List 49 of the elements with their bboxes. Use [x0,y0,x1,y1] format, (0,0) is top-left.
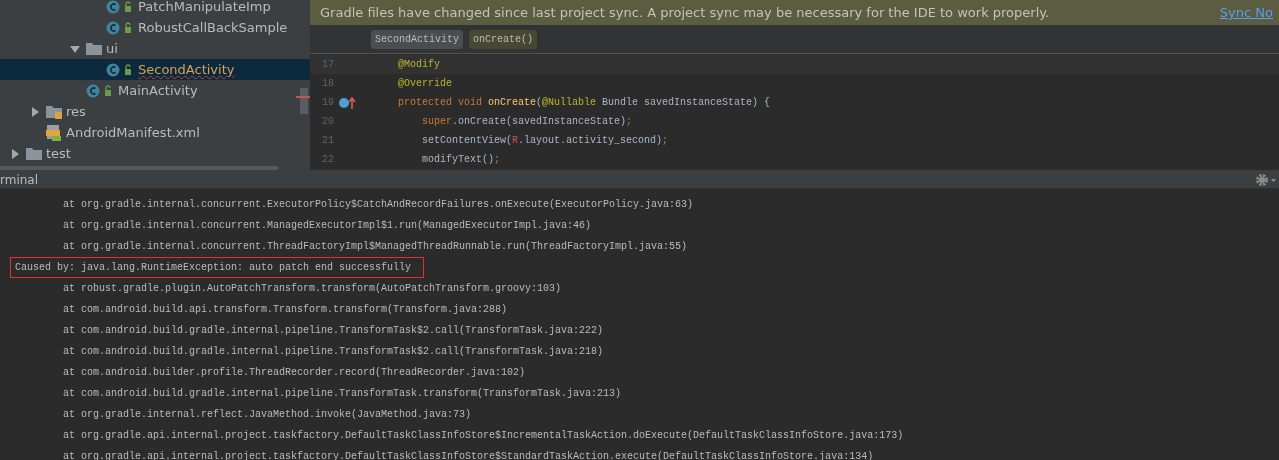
class-icon [106,62,134,77]
settings-icon[interactable] [1255,173,1277,187]
console-line: at com.android.builder.profile.ThreadRecorder.record(ThreadRecorder.java:102) [63,367,526,378]
code-line: protected void onCreate(@Nullable Bundle savedInstanceState) { [398,97,771,108]
breadcrumb[interactable]: SecondActivity [371,29,463,49]
line-number: 22 [321,154,334,165]
manifest-file-icon [46,124,62,141]
code-line: @Override [398,78,452,89]
console-line: at org.gradle.internal.concurrent.ExecutorPolicy$CatchAndRecordFailures.onExecute(ExecutorPolicy.java:63) [63,199,694,210]
console-line: at org.gradle.internal.concurrent.ManagedExecutorImpl$1.run(ManagedExecutorImpl.java:46) [63,220,592,231]
tree-item[interactable]: MainActivity [0,80,310,101]
line-number: 20 [321,116,334,127]
console-line: at com.android.build.gradle.internal.pipeline.TransformTask$2.call(TransformTask.java:222) [63,325,604,336]
tree-item[interactable]: ui [0,38,310,59]
console-line: at com.android.build.gradle.internal.pipeline.TransformTask.transform(TransformTask.java:213) [63,388,622,399]
notification-text: Gradle files have changed since last project sync. A project sync may be necessary for the IDE to work properly. [320,5,1050,20]
line-number: 21 [321,135,334,146]
class-icon [106,20,134,35]
console-line: at robust.gradle.plugin.AutoPatchTransform.transform(AutoPatchTransform.groovy:103) [63,283,562,294]
code-line: modifyText(); [421,154,501,165]
breadcrumb[interactable]: onCreate() [469,29,538,49]
line-number: 19 [321,97,334,108]
code-line: setContentView(R.layout.activity_second); [421,135,669,146]
line-number: 18 [321,78,334,89]
tree-item[interactable]: res [0,101,310,122]
tree-item[interactable]: SecondActivity [0,59,310,80]
error-marker [296,96,310,98]
code-line: @Modify [398,59,440,70]
folder-icon [86,42,102,55]
tree-item[interactable]: PatchManipulateImp [0,0,310,17]
scrollbar-thumb[interactable] [300,88,308,114]
console-line: at org.gradle.api.internal.project.taskfactory.DefaultTaskClassInfoStore$IncrementalTaskAction.doExecute(DefaultTaskClassInfoStore.java:173) [63,430,904,441]
console-line: at com.android.build.api.transform.Transform.transform(Transform.java:288) [63,304,508,315]
expander-icon[interactable] [10,148,20,159]
folder-icon [26,147,42,160]
tree-item[interactable]: RobustCallBackSample [0,17,310,38]
tree-item[interactable]: AndroidManifest.xml [0,122,310,143]
tree-item[interactable]: test [0,143,310,164]
tool-window-title: rminal [0,173,39,187]
resource-folder-icon [46,104,62,119]
expander-icon[interactable] [70,43,80,54]
console-line: at org.gradle.internal.reflect.JavaMethod.invoke(JavaMethod.java:73) [63,409,472,420]
console-line: at com.android.build.gradle.internal.pipeline.TransformTask$2.call(TransformTask.java:218) [63,346,604,357]
override-icon[interactable] [339,96,357,109]
class-icon [106,0,134,14]
expander-icon[interactable] [30,106,40,117]
class-icon [86,83,114,98]
console-line: at org.gradle.internal.concurrent.ThreadFactoryImpl$ManagedThreadRunnable.run(ThreadFactoryImpl.java:55) [63,241,688,252]
code-line: super.onCreate(savedInstanceState); [421,116,633,127]
